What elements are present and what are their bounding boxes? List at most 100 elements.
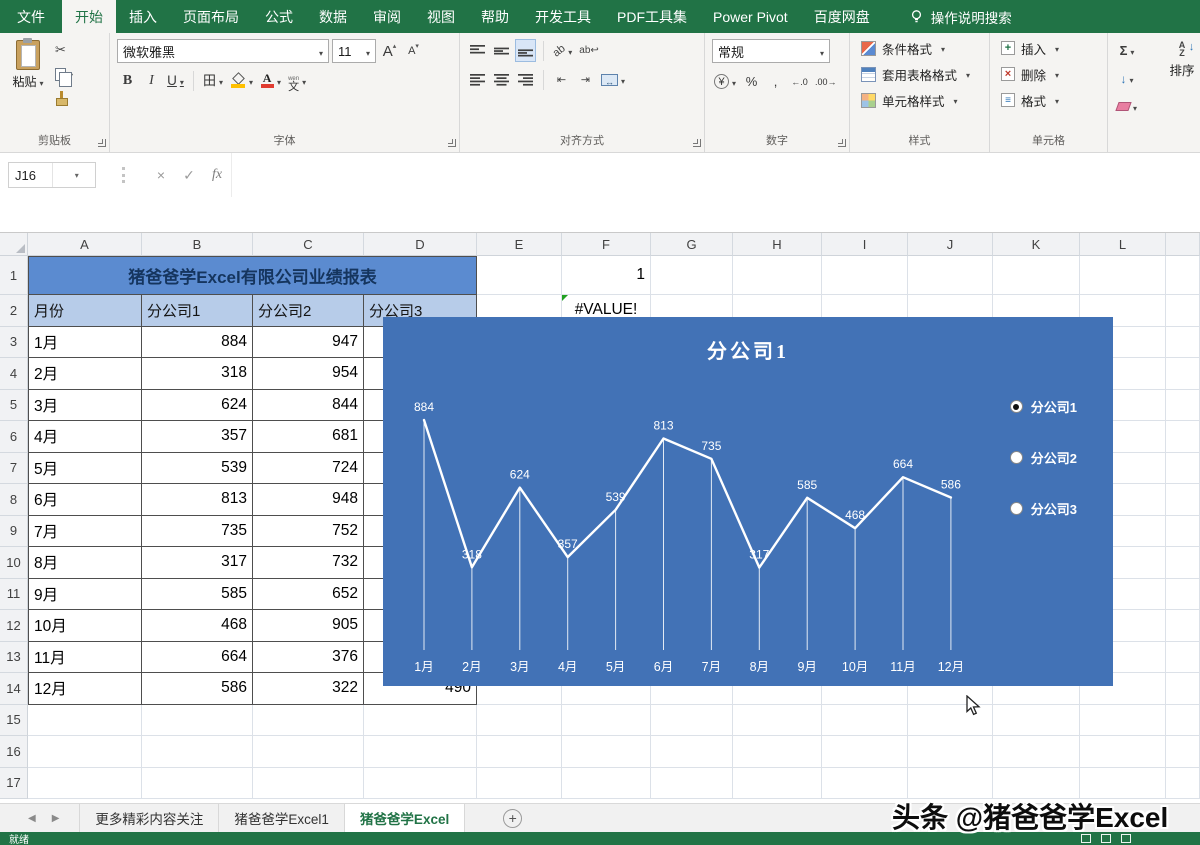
sheet-tab-更多精彩内容关注[interactable]: 更多精彩内容关注 [79, 804, 220, 832]
cell-C17[interactable] [253, 767, 364, 799]
radio-button-icon[interactable] [1009, 451, 1023, 464]
tab-Power Pivot[interactable]: Power Pivot [700, 0, 801, 33]
cell-B13[interactable]: 664 [142, 641, 253, 673]
cell-I15[interactable] [822, 704, 908, 736]
column-header-C[interactable]: C [253, 233, 364, 256]
cell-A3[interactable]: 1月 [28, 326, 142, 358]
tab-PDF工具集[interactable]: PDF工具集 [604, 0, 700, 33]
cell-A12[interactable]: 10月 [28, 610, 142, 642]
accounting-format-button[interactable]: ¥ [712, 70, 738, 93]
cell-A13[interactable]: 11月 [28, 641, 142, 673]
underline-button[interactable]: U [165, 69, 186, 92]
cell-A1-merged-title[interactable]: 猪爸爸学Excel有限公司业绩报表 [28, 256, 477, 295]
align-center-button[interactable] [491, 68, 512, 91]
align-right-button[interactable] [515, 68, 536, 91]
cell-F1[interactable]: 1 [562, 256, 651, 295]
cell-L15[interactable] [1080, 704, 1166, 736]
cell-H1[interactable] [733, 256, 822, 295]
align-bottom-button[interactable] [515, 39, 536, 62]
cell-G16[interactable] [651, 736, 733, 768]
formula-bar-handle[interactable] [122, 167, 125, 183]
row-header-9[interactable]: 9 [0, 515, 28, 547]
row-header-2[interactable]: 2 [0, 295, 28, 327]
cell-K1[interactable] [993, 256, 1080, 295]
cells-item-删除[interactable]: × 删除 [997, 61, 1103, 87]
row-header-1[interactable]: 1 [0, 256, 28, 295]
cell-B7[interactable]: 539 [142, 452, 253, 484]
column-header-H[interactable]: H [733, 233, 822, 256]
tell-me-search[interactable]: 操作说明搜索 [909, 0, 1012, 33]
cut-button[interactable]: ✂ [55, 41, 73, 59]
row-header-7[interactable]: 7 [0, 452, 28, 484]
cell-A2[interactable]: 月份 [28, 295, 142, 327]
cell-partial-17[interactable] [1166, 767, 1200, 799]
cell-D16[interactable] [364, 736, 477, 768]
cell-D17[interactable] [364, 767, 477, 799]
cell-B3[interactable]: 884 [142, 326, 253, 358]
cancel-icon[interactable]: × [147, 167, 175, 183]
cell-A8[interactable]: 6月 [28, 484, 142, 516]
cell-B12[interactable]: 468 [142, 610, 253, 642]
cell-C8[interactable]: 948 [253, 484, 364, 516]
row-header-12[interactable]: 12 [0, 610, 28, 642]
cell-C15[interactable] [253, 704, 364, 736]
cell-C2[interactable]: 分公司2 [253, 295, 364, 327]
name-box-dropdown[interactable] [51, 163, 96, 187]
cell-partial-14[interactable] [1166, 673, 1200, 705]
cell-B11[interactable]: 585 [142, 578, 253, 610]
cell-E17[interactable] [477, 767, 562, 799]
cell-partial-4[interactable] [1166, 358, 1200, 390]
increase-indent-button[interactable]: ⇥ [575, 68, 596, 91]
decrease-font-size-button[interactable]: A ▾ [403, 40, 424, 63]
cell-G1[interactable] [651, 256, 733, 295]
merge-center-button[interactable] [599, 68, 627, 91]
cell-B17[interactable] [142, 767, 253, 799]
column-header-A[interactable]: A [28, 233, 142, 256]
cell-C16[interactable] [253, 736, 364, 768]
tab-帮助[interactable]: 帮助 [468, 0, 522, 33]
number-dialog-launcher[interactable] [838, 139, 846, 147]
cell-C5[interactable]: 844 [253, 389, 364, 421]
insert-function-icon[interactable]: fx [203, 167, 231, 183]
cell-A5[interactable]: 3月 [28, 389, 142, 421]
column-header-G[interactable]: G [651, 233, 733, 256]
cell-partial-1[interactable] [1166, 256, 1200, 295]
styles-item-套用表格格式[interactable]: 套用表格格式 [857, 61, 985, 87]
cell-A14[interactable]: 12月 [28, 673, 142, 705]
align-left-button[interactable] [467, 68, 488, 91]
row-header-4[interactable]: 4 [0, 358, 28, 390]
cell-C6[interactable]: 681 [253, 421, 364, 453]
cell-B9[interactable]: 735 [142, 515, 253, 547]
row-header-13[interactable]: 13 [0, 641, 28, 673]
font-color-button[interactable]: A [258, 69, 283, 92]
cell-G15[interactable] [651, 704, 733, 736]
cell-I16[interactable] [822, 736, 908, 768]
cells-item-格式[interactable]: ≡ 格式 [997, 87, 1103, 113]
decrease-indent-button[interactable]: ⇤ [551, 68, 572, 91]
row-header-8[interactable]: 8 [0, 484, 28, 516]
column-header-J[interactable]: J [908, 233, 993, 256]
column-header-B[interactable]: B [142, 233, 253, 256]
cell-H16[interactable] [733, 736, 822, 768]
cell-C7[interactable]: 724 [253, 452, 364, 484]
decrease-decimal-button[interactable]: .00→ [813, 70, 839, 93]
cell-L17[interactable] [1080, 767, 1166, 799]
cell-A6[interactable]: 4月 [28, 421, 142, 453]
cell-partial-13[interactable] [1166, 641, 1200, 673]
tab-数据[interactable]: 数据 [306, 0, 360, 33]
radio-button-icon[interactable] [1009, 400, 1023, 413]
row-header-17[interactable]: 17 [0, 767, 28, 799]
cell-C10[interactable]: 732 [253, 547, 364, 579]
cell-C4[interactable]: 954 [253, 358, 364, 390]
cell-B10[interactable]: 317 [142, 547, 253, 579]
cell-I1[interactable] [822, 256, 908, 295]
cell-partial-12[interactable] [1166, 610, 1200, 642]
column-header-E[interactable]: E [477, 233, 562, 256]
increase-decimal-button[interactable]: ←.0 [789, 70, 810, 93]
alignment-dialog-launcher[interactable] [693, 139, 701, 147]
column-header-K[interactable]: K [993, 233, 1080, 256]
formula-input[interactable] [231, 153, 1200, 197]
cell-D15[interactable] [364, 704, 477, 736]
column-header-L[interactable]: L [1080, 233, 1166, 256]
sheet-scroll-left-icon[interactable]: ◀ [28, 813, 36, 824]
